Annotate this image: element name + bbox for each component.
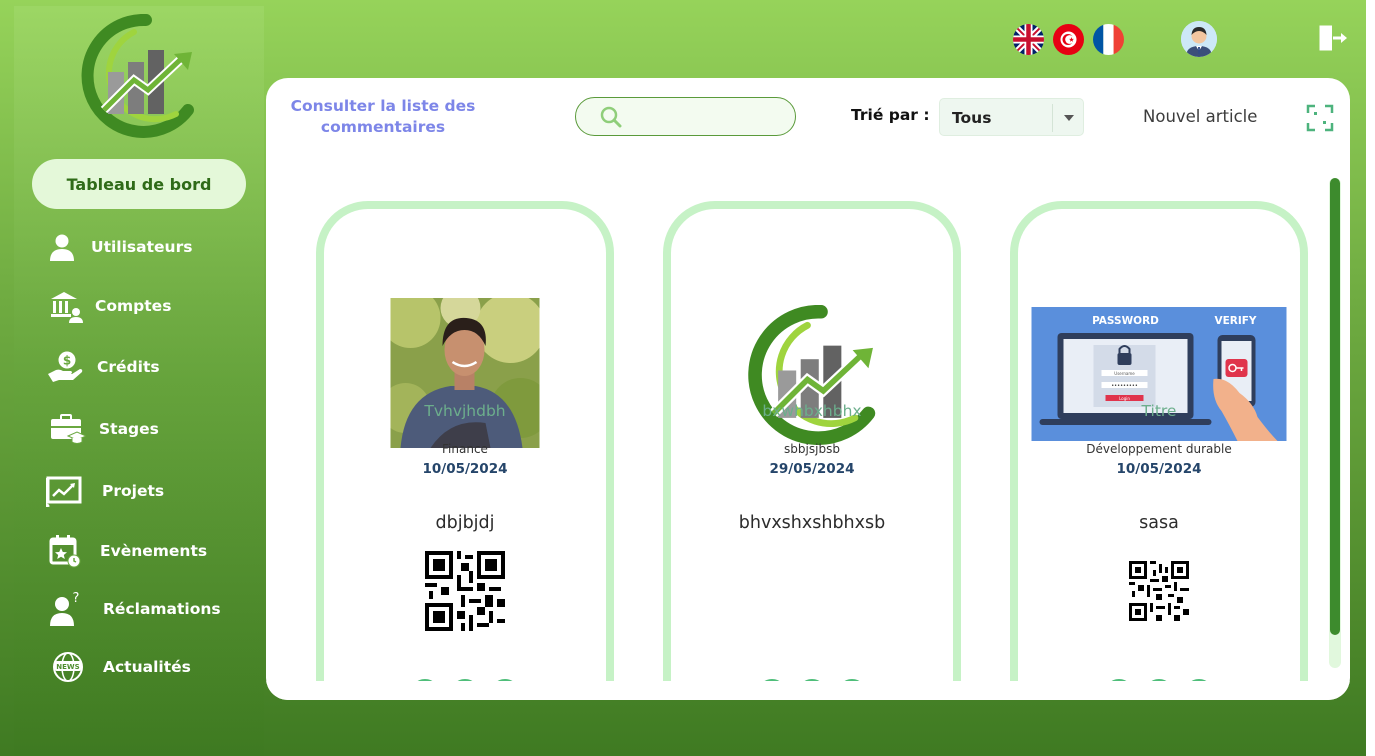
money-hand-icon: $ [47, 349, 83, 385]
scrollbar-thumb[interactable] [1330, 178, 1340, 635]
card-body: sasa [1139, 513, 1179, 533]
sort-label: Trié par : [851, 106, 930, 124]
card-title: bxwhbxhbhx [762, 402, 862, 420]
logout-icon[interactable] [1318, 24, 1348, 52]
sidebar-item-comptes[interactable]: Comptes [14, 283, 264, 329]
finance-growth-logo[interactable] [76, 13, 200, 138]
card-date: 29/05/2024 [769, 461, 855, 477]
sidebar-item-label: Utilisateurs [91, 238, 193, 256]
svg-text:NEWS: NEWS [56, 663, 79, 671]
uk-flag-icon[interactable] [1013, 24, 1044, 55]
person-photo [390, 298, 540, 448]
svg-text:$: $ [63, 354, 71, 368]
question-person-icon: ? [47, 591, 83, 627]
search-icon [600, 106, 622, 128]
sidebar: Tableau de bord Utilisateurs Comptes $ C… [14, 6, 264, 756]
card-title: Titre [1141, 402, 1177, 420]
illustration-label-verify: VERIFY [1214, 315, 1256, 327]
illustration-field-password: ••••••••• [1111, 383, 1138, 389]
sidebar-item-label: Actualités [103, 658, 191, 676]
sidebar-item-utilisateurs[interactable]: Utilisateurs [14, 224, 264, 270]
article-card[interactable]: bxwhbxhbhx sbbjsjbsb 29/05/2024 bhvxshxs… [663, 201, 961, 700]
sort-selected-value: Tous [952, 109, 992, 127]
bank-icon [48, 288, 84, 324]
briefcase-icon [50, 411, 86, 447]
dashboard-button[interactable]: Tableau de bord [32, 159, 246, 209]
new-article-button[interactable]: Nouvel article [1143, 107, 1257, 126]
sidebar-item-label: Evènements [100, 542, 208, 560]
illustration-label-password: PASSWORD [1092, 315, 1159, 327]
calendar-icon [47, 533, 83, 569]
sidebar-item-projets[interactable]: Projets [14, 468, 264, 514]
sidebar-item-actualites[interactable]: NEWS Actualités [14, 644, 264, 690]
qr-code-icon [1129, 561, 1189, 621]
sidebar-item-label: Crédits [97, 358, 160, 376]
search-input[interactable] [628, 106, 783, 126]
window-edge [1366, 0, 1375, 756]
illustration-login-button: Login [1119, 396, 1130, 401]
sidebar-item-stages[interactable]: Stages [14, 406, 264, 452]
sidebar-item-reclamations[interactable]: ? Réclamations [14, 586, 264, 632]
illustration-field-username: Username [1114, 371, 1135, 376]
sidebar-item-label: Comptes [95, 297, 172, 315]
france-flag-icon[interactable] [1093, 24, 1124, 55]
page-title: Consulter la liste des commentaires [290, 97, 476, 136]
panel-bottom-edge [266, 681, 1350, 700]
card-date: 10/05/2024 [422, 461, 508, 477]
select-divider [1052, 104, 1053, 132]
card-category: sbbjsjbsb [784, 442, 840, 456]
user-icon [44, 229, 80, 265]
tunisia-flag-icon[interactable] [1053, 24, 1084, 55]
news-globe-icon: NEWS [50, 649, 86, 685]
fullscreen-icon[interactable] [1306, 104, 1334, 132]
sidebar-item-label: Stages [99, 420, 159, 438]
article-card[interactable]: Tvhvjhdbh Finance 10/05/2024 dbjbjdj [316, 201, 614, 700]
chevron-down-icon [1064, 115, 1074, 121]
card-date: 10/05/2024 [1116, 461, 1202, 477]
search-box[interactable] [575, 97, 796, 136]
sidebar-item-evenements[interactable]: Evènements [14, 528, 264, 574]
card-body: dbjbjdj [435, 513, 495, 533]
user-avatar-icon[interactable] [1181, 21, 1217, 57]
chart-board-icon [46, 473, 82, 509]
qr-code-icon [425, 551, 505, 631]
card-category: Finance [442, 442, 488, 456]
article-card[interactable]: PASSWORD VERIFY Username ••••••••• Login [1010, 201, 1308, 700]
card-body: bhvxshxshbhxsb [738, 513, 886, 533]
card-category: Développement durable [1086, 442, 1232, 456]
sidebar-item-label: Réclamations [103, 600, 221, 618]
company-logo [742, 305, 882, 445]
sidebar-item-credits[interactable]: $ Crédits [14, 344, 264, 390]
card-title: Tvhvjhdbh [424, 402, 506, 420]
svg-text:?: ? [73, 591, 80, 606]
password-verify-illustration: PASSWORD VERIFY Username ••••••••• Login [1031, 307, 1287, 441]
sidebar-item-label: Projets [102, 482, 165, 500]
main-panel: Consulter la liste des commentaires Trié… [266, 78, 1350, 700]
sort-select[interactable]: Tous [939, 98, 1084, 136]
